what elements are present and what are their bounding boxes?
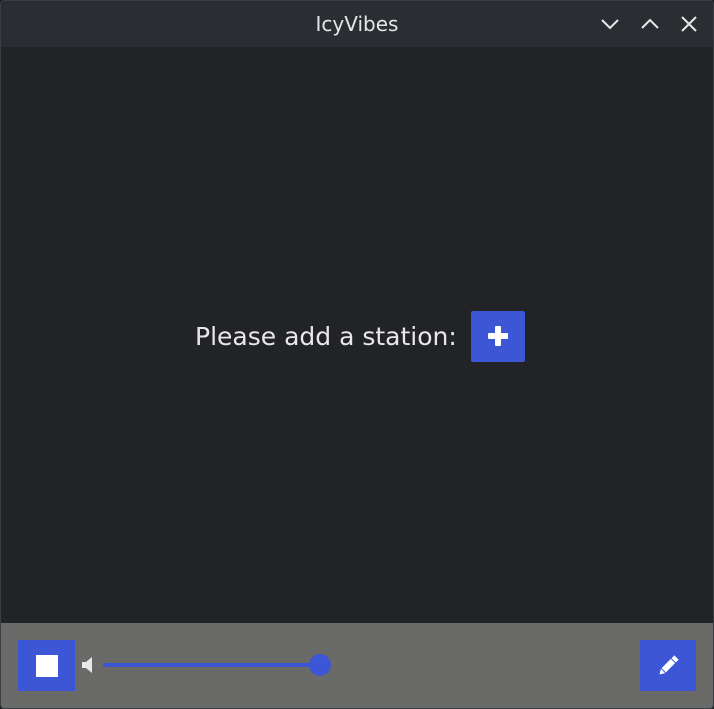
pencil-icon	[659, 654, 679, 674]
chevron-up-icon	[641, 18, 659, 29]
main-content: Please add a station:	[1, 47, 713, 623]
chevron-down-icon	[601, 19, 619, 30]
app-window: IcyVibes Please add a station:	[0, 0, 714, 709]
minimize-button[interactable]	[598, 12, 622, 36]
close-icon	[681, 16, 697, 32]
maximize-button[interactable]	[638, 12, 662, 36]
volume-slider[interactable]	[103, 654, 331, 676]
title-bar[interactable]: IcyVibes	[1, 1, 713, 47]
player-bar	[1, 623, 713, 708]
add-station-button[interactable]	[470, 310, 525, 362]
volume-slider-handle[interactable]	[309, 654, 331, 676]
add-station-prompt: Please add a station:	[195, 321, 457, 351]
empty-state: Please add a station:	[195, 310, 525, 362]
stop-button[interactable]	[18, 640, 75, 691]
plus-icon	[487, 326, 508, 346]
volume-slider-track	[103, 663, 320, 667]
edit-button[interactable]	[640, 640, 696, 691]
close-button[interactable]	[677, 12, 701, 36]
speaker-icon	[82, 657, 92, 673]
stop-icon	[35, 654, 58, 677]
